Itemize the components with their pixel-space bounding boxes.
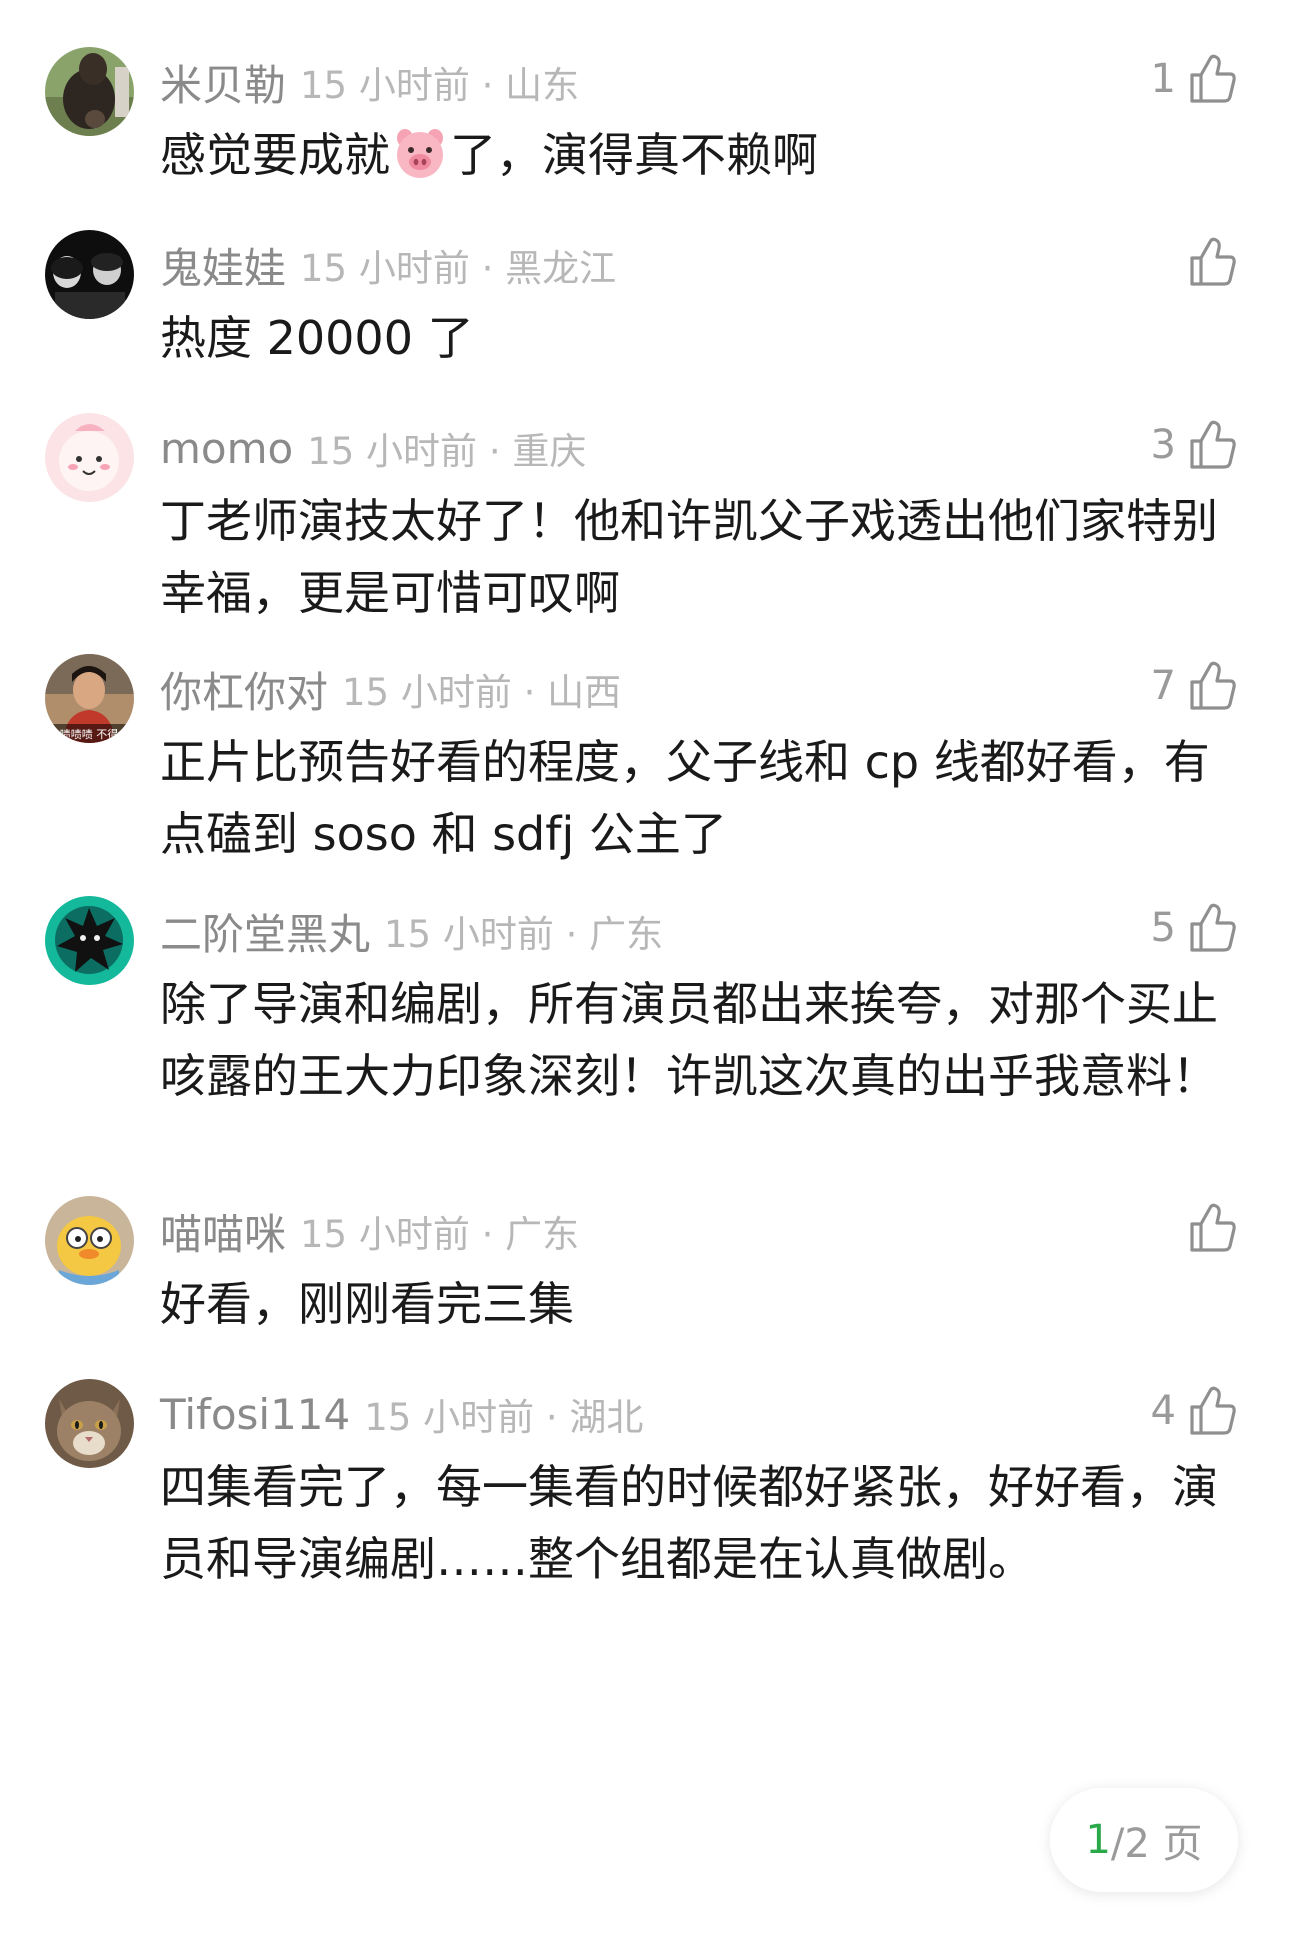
comment-meta: 米贝勒 15 小时前 · 山东 <box>160 53 579 111</box>
time-location: 15 小时前 · 重庆 <box>307 430 587 473</box>
username[interactable]: 米贝勒 <box>160 52 286 113</box>
cartoon-avatar-icon <box>45 413 134 502</box>
like-count: 3 <box>1150 422 1176 468</box>
comment-text-part: 感觉要成就 <box>160 128 390 182</box>
person-avatar-icon: 啧啧啧 不得 <box>45 654 134 743</box>
horse-avatar-icon <box>45 47 134 136</box>
username[interactable]: momo <box>160 424 293 473</box>
comment-text: 正片比预告好看的程度，父子线和 cp 线都好看，有点磕到 soso 和 sdfj… <box>160 735 1210 861</box>
avatar-caption: 啧啧啧 不得 <box>60 728 119 741</box>
comment-meta: Tifosi114 15 小时前 · 湖北 <box>160 1385 643 1443</box>
like-button[interactable] <box>1176 1198 1238 1258</box>
cat-avatar-icon <box>45 1379 134 1468</box>
comment-text-part: 了，演得真不赖啊 <box>450 128 818 182</box>
avatar[interactable] <box>45 896 134 985</box>
like-count: 7 <box>1150 663 1176 709</box>
comment-meta: momo 15 小时前 · 重庆 <box>160 419 586 477</box>
like-button[interactable]: 7 <box>1151 656 1238 716</box>
username[interactable]: 喵喵咪 <box>160 1201 286 1262</box>
thumbs-up-icon <box>1190 420 1236 469</box>
avatar[interactable] <box>45 230 134 319</box>
username[interactable]: Tifosi114 <box>160 1390 350 1439</box>
like-button[interactable]: 1 <box>1151 49 1238 109</box>
like-button[interactable]: 3 <box>1151 415 1238 475</box>
time-location: 15 小时前 · 湖北 <box>364 1396 644 1439</box>
avatar[interactable]: 啧啧啧 不得 <box>45 654 134 743</box>
thumbs-up-icon <box>1190 237 1236 286</box>
like-button[interactable] <box>1176 232 1238 292</box>
comment-text: 感觉要成就 了，演得真不赖啊 <box>160 119 1238 191</box>
avatar[interactable] <box>45 1379 134 1468</box>
comment-meta: 鬼娃娃 15 小时前 · 黑龙江 <box>160 236 616 294</box>
duck-avatar-icon <box>45 1196 134 1285</box>
avatar[interactable] <box>45 47 134 136</box>
thumbs-up-icon <box>1190 54 1236 103</box>
comment-meta: 喵喵咪 15 小时前 · 广东 <box>160 1202 579 1260</box>
comment-text: 除了导演和编剧，所有演员都出来挨夸，对那个买止咳露的王大力印象深刻！许凯这次真的… <box>160 977 1218 1103</box>
avatar[interactable] <box>45 1196 134 1285</box>
comment-text: 好看，刚刚看完三集 <box>160 1277 574 1331</box>
page-current: 1 <box>1085 1817 1111 1863</box>
dark-creature-avatar-icon <box>45 896 134 985</box>
thumbs-up-icon <box>1190 903 1236 952</box>
comment-meta: 你杠你对 15 小时前 · 山西 <box>160 660 621 718</box>
like-count: 1 <box>1150 56 1176 102</box>
comment-text: 四集看完了，每一集看的时候都好紧张，好好看，演员和导演编剧……整个组都是在认真做… <box>160 1460 1218 1586</box>
username[interactable]: 鬼娃娃 <box>160 235 286 296</box>
username[interactable]: 你杠你对 <box>160 659 328 720</box>
thumbs-up-icon <box>1190 1386 1236 1435</box>
comment-list: 米贝勒 15 小时前 · 山东 1 感觉要成就 了，演得真不赖啊 鬼娃娃 15 … <box>0 0 1290 1948</box>
time-location: 15 小时前 · 山东 <box>300 64 580 107</box>
like-count: 4 <box>1150 1388 1176 1434</box>
avatar[interactable] <box>45 413 134 502</box>
page-total: /2 页 <box>1110 1821 1203 1867</box>
like-button[interactable]: 5 <box>1151 898 1238 958</box>
page-indicator[interactable]: 1/2 页 <box>1050 1788 1238 1892</box>
pig-face-emoji-icon <box>397 129 443 178</box>
like-button[interactable]: 4 <box>1151 1381 1238 1441</box>
time-location: 15 小时前 · 广东 <box>300 1213 580 1256</box>
time-location: 15 小时前 · 山西 <box>342 671 622 714</box>
dark-portrait-avatar-icon <box>45 230 134 319</box>
comment-text: 热度 20000 了 <box>160 311 474 365</box>
time-location: 15 小时前 · 黑龙江 <box>300 247 617 290</box>
time-location: 15 小时前 · 广东 <box>384 913 664 956</box>
comment-meta: 二阶堂黑丸 15 小时前 · 广东 <box>160 902 663 960</box>
username[interactable]: 二阶堂黑丸 <box>160 901 370 962</box>
like-count: 5 <box>1150 905 1176 951</box>
thumbs-up-icon <box>1190 1203 1236 1252</box>
comment-text: 丁老师演技太好了！他和许凯父子戏透出他们家特别幸福，更是可惜可叹啊 <box>160 494 1218 620</box>
thumbs-up-icon <box>1190 661 1236 710</box>
